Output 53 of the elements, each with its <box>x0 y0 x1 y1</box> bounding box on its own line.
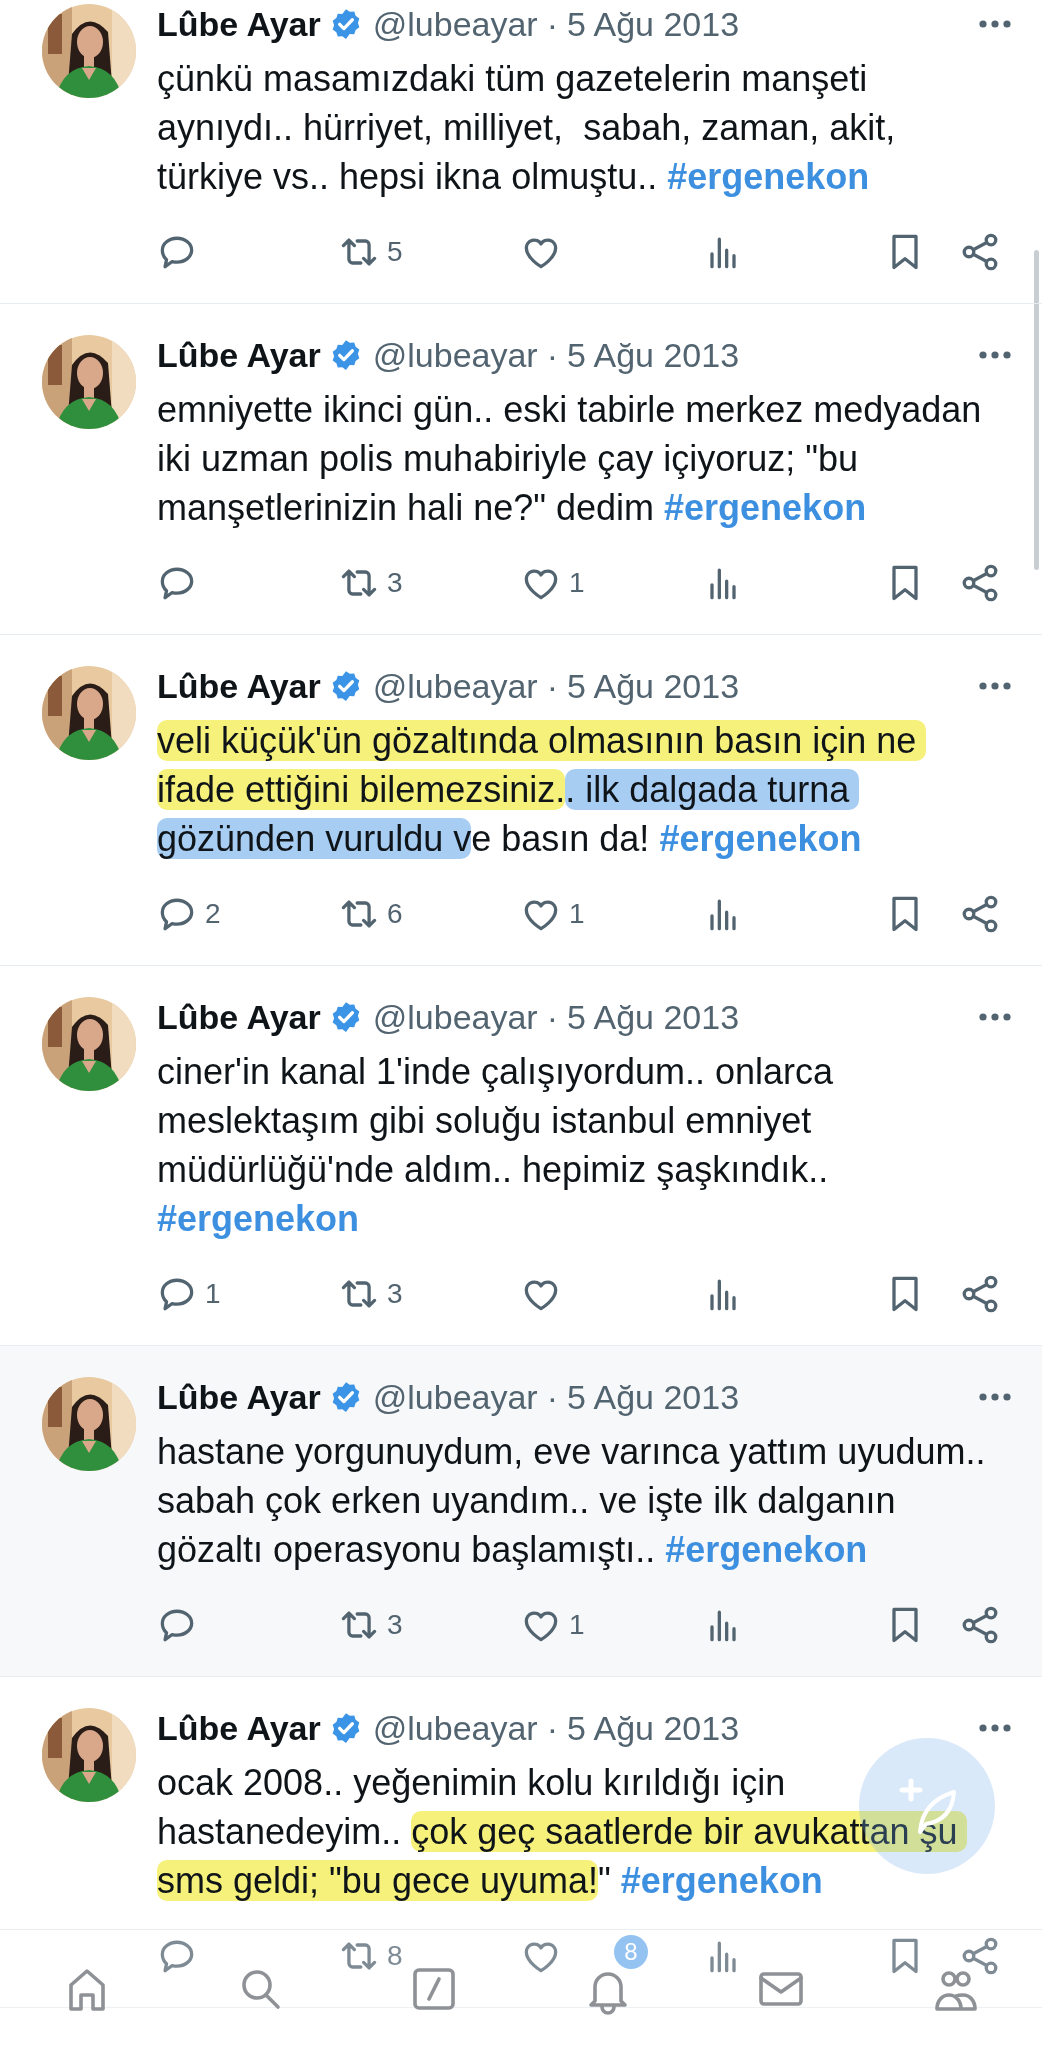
separator-dot: · <box>546 666 558 706</box>
separator-dot: · <box>546 4 558 44</box>
tweet-date[interactable]: 5 Ağu 2013 <box>567 997 740 1037</box>
more-icon[interactable] <box>978 19 1012 29</box>
hashtag-link[interactable]: #ergenekon <box>664 487 867 528</box>
hashtag-link[interactable]: #ergenekon <box>659 818 862 859</box>
more-icon[interactable] <box>978 681 1012 691</box>
hashtag-link[interactable]: #ergenekon <box>620 1860 823 1901</box>
more-icon[interactable] <box>978 350 1012 360</box>
author-handle[interactable]: @lubeayar <box>372 666 538 706</box>
tweet-text: emniyette ikinci gün.. eski tabirle merkez medyadan iki uzman polis muhabiriyle çay içiyoruz; "bu manşetlerinizin hali ne?" dedim #ergenekon <box>157 388 983 530</box>
tweet-date[interactable]: 5 Ağu 2013 <box>567 666 740 706</box>
tweet-date[interactable]: 5 Ağu 2013 <box>567 1377 740 1417</box>
like-button[interactable]: 1 <box>519 561 585 605</box>
tweet-date[interactable]: 5 Ağu 2013 <box>567 335 740 375</box>
separator-dot: · <box>546 1377 558 1417</box>
reply-button[interactable]: 2 <box>155 892 221 936</box>
author-handle[interactable]: @lubeayar <box>372 997 538 1037</box>
tweet-text: ciner'in kanal 1'inde çalışıyordum.. onlarca meslektaşım gibi soluğu istanbul emniyet müdürlüğü'nde aldım.. hepimiz şaşkındık.. #ergenekon <box>157 1050 835 1241</box>
author-name[interactable]: Lûbe Ayar <box>157 666 321 706</box>
more-icon[interactable] <box>978 1723 1012 1733</box>
retweet-button[interactable]: 3 <box>337 1603 403 1647</box>
author-handle[interactable]: @lubeayar <box>372 4 538 44</box>
author-handle[interactable]: @lubeayar <box>372 1708 538 1748</box>
more-icon[interactable] <box>978 1392 1012 1402</box>
separator-dot: · <box>546 997 558 1037</box>
retweet-button[interactable]: 6 <box>337 892 403 936</box>
like-button[interactable]: 1 <box>519 892 585 936</box>
author-name[interactable]: Lûbe Ayar <box>157 1377 321 1417</box>
author-name[interactable]: Lûbe Ayar <box>157 335 321 375</box>
author-name[interactable]: Lûbe Ayar <box>157 1708 321 1748</box>
separator-dot: · <box>546 335 558 375</box>
scroll-bar[interactable] <box>1034 250 1039 570</box>
hashtag-link[interactable]: #ergenekon <box>665 1529 868 1570</box>
author-name[interactable]: Lûbe Ayar <box>157 997 321 1037</box>
hashtag-link[interactable]: #ergenekon <box>157 1198 360 1239</box>
retweet-button[interactable]: 5 <box>337 230 403 274</box>
like-button[interactable]: 1 <box>519 1603 585 1647</box>
more-icon[interactable] <box>978 1012 1012 1022</box>
retweet-button[interactable]: 8 <box>337 1934 403 1978</box>
separator-dot: · <box>546 1708 558 1748</box>
author-handle[interactable]: @lubeayar <box>372 1377 538 1417</box>
author-handle[interactable]: @lubeayar <box>372 335 538 375</box>
notification-badge: 8 <box>613 1935 648 1969</box>
retweet-button[interactable]: 3 <box>337 1272 403 1316</box>
retweet-button[interactable]: 3 <box>337 561 403 605</box>
reply-button[interactable]: 1 <box>155 1272 221 1316</box>
hashtag-link[interactable]: #ergenekon <box>667 156 870 197</box>
author-name[interactable]: Lûbe Ayar <box>157 4 321 44</box>
tweet-text: çünkü masamızdaki tüm gazetelerin manşeti aynıydı.. hürriyet, milliyet, sabah, zaman, akit, türkiye vs.. hepsi ikna olmuştu.. #ergenekon <box>157 57 897 199</box>
tweet-date[interactable]: 5 Ağu 2013 <box>567 1708 740 1748</box>
tweet-date[interactable]: 5 Ağu 2013 <box>567 4 740 44</box>
tweet-text: hastane yorgunuydum, eve varınca yattım uyudum.. sabah çok erken uyandım.. ve işte ilk dalganın gözaltı operasyonu başlamıştı.. #ergenekon <box>157 1430 987 1572</box>
